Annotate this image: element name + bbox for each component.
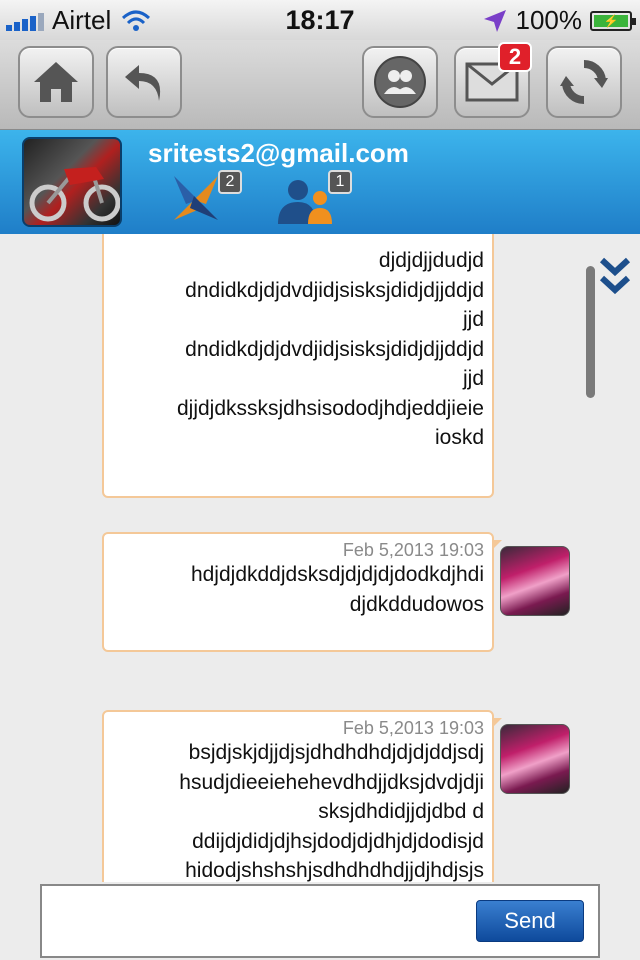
status-bar: Airtel 18:17 100% ⚡ bbox=[0, 0, 640, 40]
battery-percent: 100% bbox=[515, 5, 583, 35]
contacts-icon bbox=[374, 56, 426, 108]
mail-badge: 2 bbox=[498, 42, 532, 72]
motorcycle-icon bbox=[29, 167, 120, 222]
message-line: bsjdjskjdjjdjsjdhdhdhdjdjdjddjsdj bbox=[188, 741, 484, 764]
scroll-down-icon[interactable] bbox=[598, 256, 632, 302]
message-timestamp: Feb 5,2013 19:03 bbox=[342, 718, 484, 738]
message-bubble: djdjdjjdudjd dndidkdjdjdvdjidjsisksjdidj… bbox=[102, 234, 494, 498]
message-line: ioskd bbox=[434, 426, 484, 449]
message-line: hidodjshshshjsdhdhdhdjjdjhdjsjs bbox=[185, 859, 484, 882]
mail-button[interactable]: 2 bbox=[454, 42, 532, 118]
message-line: sksjdhdidjjdjdbd d bbox=[318, 800, 484, 823]
home-icon bbox=[34, 62, 78, 102]
profile-email: sritests2@gmail.com bbox=[148, 138, 409, 168]
shared-stat[interactable]: 2 bbox=[168, 170, 242, 226]
sender-avatar[interactable] bbox=[500, 546, 570, 616]
location-arrow-icon bbox=[483, 9, 506, 32]
contacts-button[interactable] bbox=[362, 46, 438, 118]
message-line: jjd bbox=[462, 367, 484, 390]
shared-count: 2 bbox=[218, 170, 242, 194]
friends-count: 1 bbox=[328, 170, 352, 194]
scrollbar[interactable] bbox=[586, 266, 595, 398]
profile-header: sritests2@gmail.com 2 1 bbox=[0, 130, 640, 234]
message-line: jjd bbox=[462, 308, 484, 331]
message-timestamp: Feb 5,2013 19:03 bbox=[342, 540, 484, 560]
message-line: ddijdjdidjdjhsjdodjdjdhjdjdodisjd bbox=[192, 829, 484, 853]
message-line: djjdjdkssksjdhsisododjhdjeddjieie bbox=[176, 396, 484, 420]
composer: Send bbox=[0, 882, 640, 960]
message-line: djdjdjjdudjd bbox=[378, 249, 484, 272]
message-line: hdjdjdkddjdsksdjdjdjdjdodkdjhdi bbox=[190, 563, 484, 586]
back-icon bbox=[125, 65, 161, 101]
status-right: 100% ⚡ bbox=[482, 5, 636, 36]
message-line: dndidkdjdjdvdjidjsisksjdidjdjjddjd bbox=[185, 337, 484, 361]
home-button[interactable] bbox=[18, 46, 94, 118]
chat-thread[interactable]: djdjdjjdudjd dndidkdjdjdvdjidjsisksjdidj… bbox=[0, 234, 640, 882]
message-bubble: Feb 5,2013 19:03 bsjdjskjdjjdjsjdhdhdhdj… bbox=[102, 710, 502, 882]
message-line: djdkddudowos bbox=[349, 592, 484, 616]
friends-stat[interactable]: 1 bbox=[276, 170, 352, 226]
battery-charging-icon: ⚡ bbox=[590, 10, 636, 31]
message-line: dndidkdjdjdvdjidjsisksjdidjdjjddjd bbox=[185, 278, 484, 302]
back-button[interactable] bbox=[106, 46, 182, 118]
sender-avatar[interactable] bbox=[500, 724, 570, 794]
users-icon bbox=[278, 180, 332, 224]
message-line: hsudjdieeiehehevdhdjjdksjdvdjdji bbox=[179, 770, 484, 794]
share-icon bbox=[174, 176, 218, 220]
toolbar: 2 bbox=[0, 40, 640, 130]
refresh-icon bbox=[560, 59, 608, 105]
message-bubble: Feb 5,2013 19:03 hdjdjdkddjdsksdjdjdjdjd… bbox=[102, 532, 502, 652]
profile-avatar[interactable] bbox=[22, 137, 122, 227]
refresh-button[interactable] bbox=[546, 46, 622, 118]
send-button[interactable]: Send bbox=[476, 900, 584, 942]
